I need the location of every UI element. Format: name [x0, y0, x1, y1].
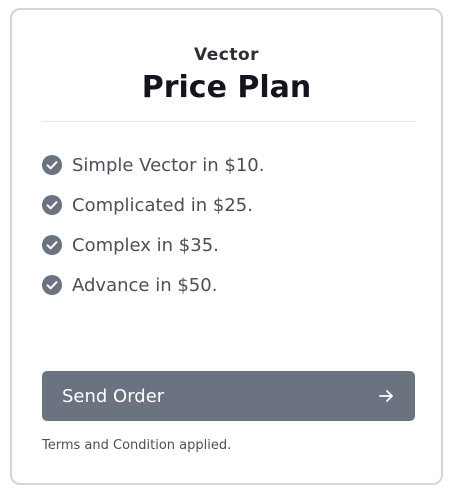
check-circle-icon [42, 235, 62, 255]
feature-label: Complex in $35. [72, 234, 219, 256]
feature-item: Complex in $35. [42, 225, 264, 265]
send-order-button[interactable]: Send Order [42, 371, 415, 421]
plan-title: Price Plan [141, 70, 312, 105]
feature-item: Advance in $50. [42, 265, 264, 305]
card-header: Vector Price Plan [12, 44, 441, 106]
feature-label: Advance in $50. [72, 274, 218, 296]
feature-list: Simple Vector in $10. Complicated in $25… [42, 145, 264, 305]
plan-subtitle: Vector [193, 45, 260, 65]
feature-item: Complicated in $25. [42, 185, 264, 225]
divider [42, 121, 415, 122]
feature-item: Simple Vector in $10. [42, 145, 264, 185]
check-circle-icon [42, 195, 62, 215]
feature-label: Complicated in $25. [72, 194, 253, 216]
check-circle-icon [42, 155, 62, 175]
check-circle-icon [42, 275, 62, 295]
terms-text: Terms and Condition applied. [42, 438, 232, 453]
send-order-label: Send Order [62, 385, 165, 407]
arrow-right-icon [379, 390, 393, 402]
feature-label: Simple Vector in $10. [72, 154, 265, 176]
pricing-card: Vector Price Plan Simple Vector in $10. … [10, 8, 443, 485]
